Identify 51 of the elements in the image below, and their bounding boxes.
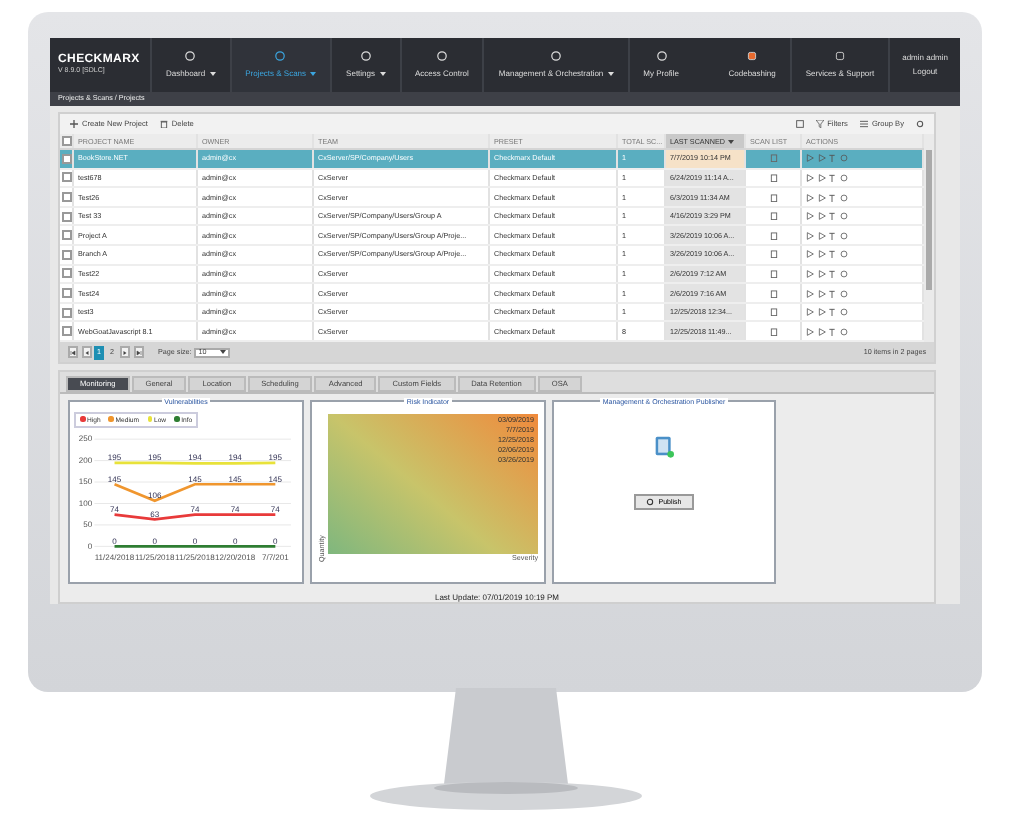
select-all-checkbox[interactable]	[61, 136, 71, 147]
clipboard-icon[interactable]	[769, 308, 777, 317]
nav-icon	[435, 50, 448, 63]
nav-icon	[550, 50, 563, 63]
caret-icon	[220, 350, 227, 354]
refresh-icon	[646, 497, 655, 505]
link-icon	[746, 50, 759, 63]
last-page-button[interactable]	[133, 346, 143, 358]
nav-icon	[184, 50, 197, 63]
prev-page-button[interactable]	[81, 346, 91, 358]
row-checkbox[interactable]	[61, 211, 71, 222]
clipboard-icon[interactable]	[769, 154, 777, 163]
row-checkbox[interactable]	[61, 192, 71, 203]
first-icon	[70, 349, 76, 355]
caret-icon	[310, 71, 317, 76]
nav-icon	[655, 50, 668, 63]
clipboard-icon	[654, 433, 674, 457]
clipboard-icon[interactable]	[769, 212, 777, 221]
row-checkbox[interactable]	[61, 153, 71, 164]
first-page-button[interactable]	[68, 346, 78, 358]
nav-icon	[274, 50, 287, 63]
clipboard-icon[interactable]	[769, 193, 777, 202]
row-checkbox[interactable]	[61, 249, 71, 260]
settings-icon[interactable]	[916, 120, 924, 129]
clipboard-icon[interactable]	[769, 269, 777, 278]
row-checkbox[interactable]	[61, 326, 71, 337]
caret-icon	[379, 71, 385, 76]
clipboard-icon[interactable]	[769, 173, 777, 182]
nav-icon	[359, 50, 372, 63]
clipboard-icon[interactable]	[769, 250, 777, 259]
export-icon[interactable]	[795, 120, 804, 129]
caret-icon	[209, 71, 216, 76]
clipboard-icon[interactable]	[769, 231, 777, 240]
next-icon	[122, 349, 128, 355]
row-checkbox[interactable]	[61, 172, 71, 183]
row-checkbox[interactable]	[61, 268, 71, 279]
trash-icon	[159, 120, 168, 129]
plus-icon	[70, 120, 78, 129]
row-checkbox[interactable]	[61, 230, 71, 241]
filter-icon	[815, 120, 824, 129]
prev-icon	[83, 349, 89, 355]
sort-icon	[727, 139, 733, 144]
clipboard-icon[interactable]	[769, 327, 777, 336]
row-checkbox[interactable]	[61, 307, 71, 318]
row-checkbox[interactable]	[61, 288, 71, 299]
clipboard-icon[interactable]	[769, 289, 777, 298]
list-icon	[859, 120, 868, 129]
caret-icon	[607, 71, 614, 76]
last-icon	[135, 349, 141, 355]
link-icon	[833, 50, 846, 63]
next-page-button[interactable]	[120, 346, 130, 358]
